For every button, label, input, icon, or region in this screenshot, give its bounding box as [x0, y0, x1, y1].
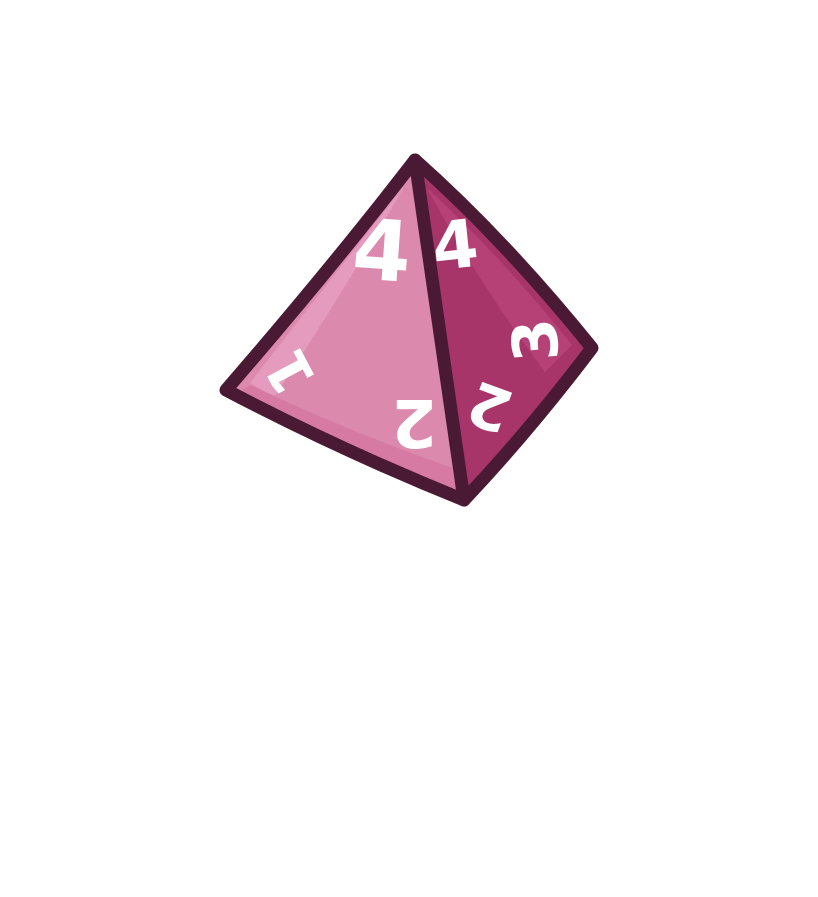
d4-die-illustration: 4 1 2 4 3 2	[219, 153, 599, 507]
canvas: 4 1 2 4 3 2	[0, 0, 818, 897]
right-face-top-number: 4	[428, 205, 482, 286]
right-face-right-number: 3	[497, 315, 573, 364]
left-face-bottom-number: 2	[391, 384, 437, 461]
left-face-top-number: 4	[349, 200, 414, 302]
